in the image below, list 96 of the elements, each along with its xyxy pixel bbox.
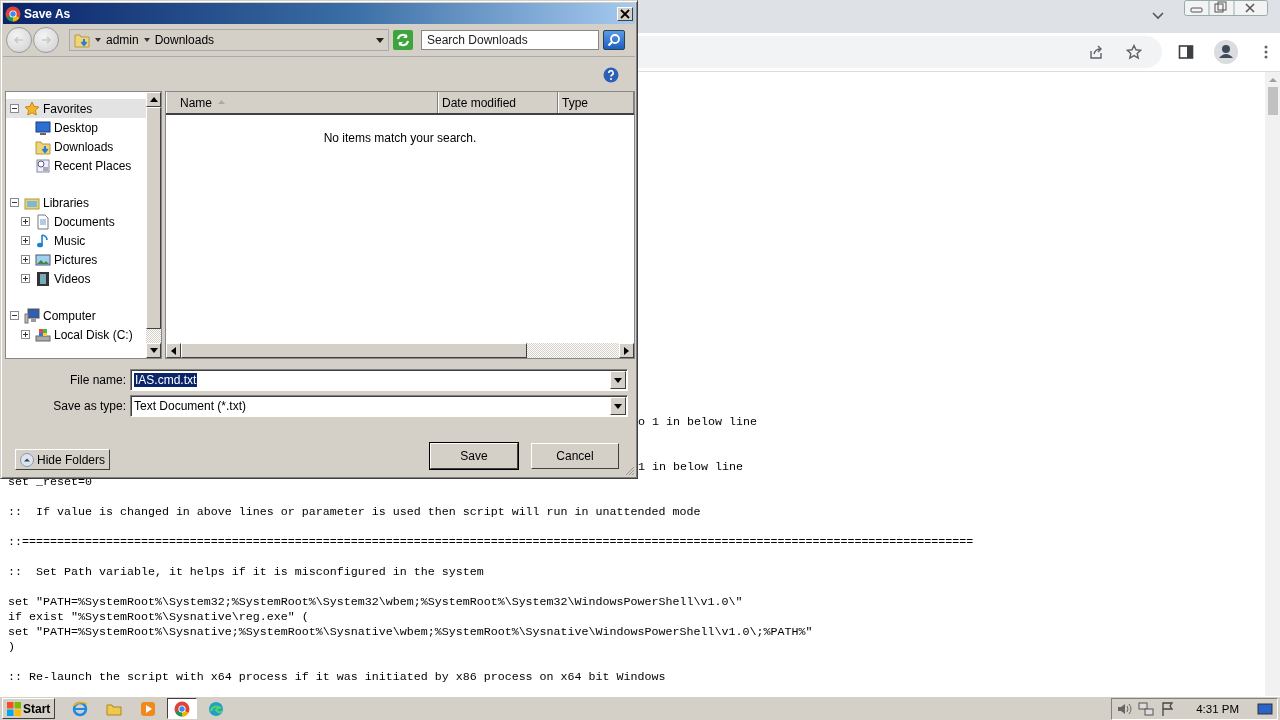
code-line: set "PATH=%SystemRoot%\Sysnative;%SystemRoot%\Sysnative\wbem;%SystemRoot%\Sysnative\WindowsPowerShell\v1.0\;%PATH%" (8, 625, 814, 640)
taskbar-app[interactable] (167, 698, 198, 719)
back-arrow-icon (13, 34, 25, 46)
breadcrumb[interactable]: admin (106, 33, 139, 47)
window-controls[interactable] (1184, 0, 1268, 16)
start-button[interactable]: Start (2, 698, 56, 719)
recent-places-icon (35, 157, 51, 174)
expand-icon[interactable] (21, 217, 32, 226)
field-label: Save as type: (52, 399, 126, 413)
computer-icon (24, 307, 40, 324)
tree-item[interactable]: Recent Places (6, 156, 146, 175)
tree-item[interactable]: Music (6, 231, 146, 250)
document-icon (35, 213, 51, 230)
dropdown-caret-icon[interactable] (614, 377, 622, 383)
code-line: 1 in below line (638, 460, 743, 475)
code-line: ) (8, 640, 16, 655)
close-button[interactable] (617, 6, 633, 21)
scrollbar-thumb[interactable] (1267, 87, 1278, 115)
scrollbar[interactable] (1265, 72, 1280, 696)
refresh-icon[interactable] (393, 30, 413, 50)
address-bar[interactable]: admin Downloads (69, 29, 389, 51)
tree-item[interactable]: Downloads (6, 137, 146, 156)
film-icon (35, 270, 51, 287)
bookmark-star-icon[interactable] (1126, 44, 1142, 60)
expand-icon[interactable] (21, 236, 32, 245)
tree-item[interactable]: Computer (6, 306, 146, 325)
menu-icon[interactable] (1264, 44, 1268, 60)
code-line: set _reset=0 (8, 475, 93, 490)
scrollbar[interactable] (146, 92, 161, 358)
file-name-field[interactable]: IAS.cmd.txt (130, 369, 628, 391)
forward-arrow-icon (40, 34, 52, 46)
breadcrumb[interactable]: Downloads (154, 33, 215, 47)
expand-icon[interactable] (21, 274, 32, 283)
code-line: ::======================================================================================================================================== (8, 535, 975, 550)
clock[interactable]: 4:31 PM (1196, 702, 1239, 715)
window-title: Save As (24, 6, 72, 21)
windows-logo-icon (7, 701, 21, 716)
chrome-logo-icon (5, 5, 21, 22)
tree-item[interactable]: Documents (6, 212, 146, 231)
show-desktop-icon[interactable] (1257, 700, 1273, 717)
cancel-button[interactable]: Cancel (531, 442, 619, 469)
desktop-icon (35, 119, 51, 136)
dropdown-caret-icon[interactable] (376, 37, 384, 43)
hide-folders-button[interactable]: Hide Folders (15, 449, 111, 470)
scrollbar[interactable] (166, 343, 634, 358)
field-label: File name: (68, 373, 126, 387)
dropdown-caret-icon[interactable] (614, 403, 622, 409)
tree-item[interactable]: Favorites (6, 99, 146, 118)
network-icon[interactable] (1138, 700, 1155, 717)
save-button[interactable]: Save (430, 442, 518, 469)
scroll-up-arrow-icon[interactable] (149, 97, 158, 102)
pictures-icon (35, 251, 51, 268)
code-line: :: If value is changed in above lines or parameter is used then script will run in unattended mode (8, 505, 702, 520)
download-folder-icon (74, 32, 90, 48)
resize-grip-icon[interactable] (625, 466, 635, 476)
caret-icon[interactable] (143, 38, 150, 42)
scroll-down-arrow-icon[interactable] (149, 348, 158, 353)
globe-icon (72, 700, 89, 717)
tree-item[interactable]: Libraries (6, 193, 146, 212)
collapse-icon[interactable] (10, 104, 21, 113)
code-line: o 1 in below line (638, 415, 757, 430)
file-type-dropdown[interactable]: Text Document (*.txt) (130, 395, 628, 417)
column-header[interactable]: Type (558, 92, 634, 113)
tree-item[interactable]: Desktop (6, 118, 146, 137)
help-icon[interactable] (603, 67, 619, 83)
media-player-icon (140, 700, 157, 717)
side-panel-icon[interactable] (1178, 44, 1194, 60)
caret-icon[interactable] (95, 38, 101, 42)
empty-message: No items match your search. (323, 131, 477, 145)
column-header[interactable]: Name (166, 92, 438, 113)
chrome-logo-icon (174, 700, 191, 717)
sort-arrow-icon (218, 99, 225, 104)
expand-icon[interactable] (21, 255, 32, 264)
share-icon[interactable] (1088, 44, 1104, 60)
scroll-left-arrow-icon[interactable] (171, 346, 176, 355)
music-note-icon (35, 232, 51, 249)
search-field[interactable]: Search Downloads (421, 30, 599, 50)
code-line: :: Set Path variable, it helps if it is misconfigured in the system (8, 565, 485, 580)
wave-logo-icon (208, 700, 225, 717)
tree-item[interactable]: Videos (6, 269, 146, 288)
tab-search-icon[interactable] (1152, 12, 1164, 20)
expand-icon[interactable] (21, 330, 32, 339)
column-header[interactable]: Date modified (438, 92, 558, 113)
tree-item[interactable]: Local Disk (C:) (6, 325, 146, 344)
star-icon (24, 100, 40, 117)
scroll-right-arrow-icon[interactable] (624, 346, 629, 355)
disk-drive-icon (35, 326, 51, 343)
code-line: if exist "%SystemRoot%\Sysnative\reg.exe" ( (8, 610, 310, 625)
download-folder-icon (35, 138, 51, 155)
code-line: :: Re-launch the script with x64 process if it was initiated by x86 process on x64 bit Windows (8, 670, 667, 685)
tree-item[interactable]: Pictures (6, 250, 146, 269)
collapse-icon[interactable] (10, 198, 21, 207)
code-line: set "PATH=%SystemRoot%\System32;%SystemRoot%\System32\wbem;%SystemRoot%\System32\WindowsPowerShell\v1.0\" (8, 595, 744, 610)
collapse-icon[interactable] (10, 311, 21, 320)
search-button[interactable] (603, 30, 625, 50)
profile-avatar[interactable] (1214, 40, 1238, 64)
